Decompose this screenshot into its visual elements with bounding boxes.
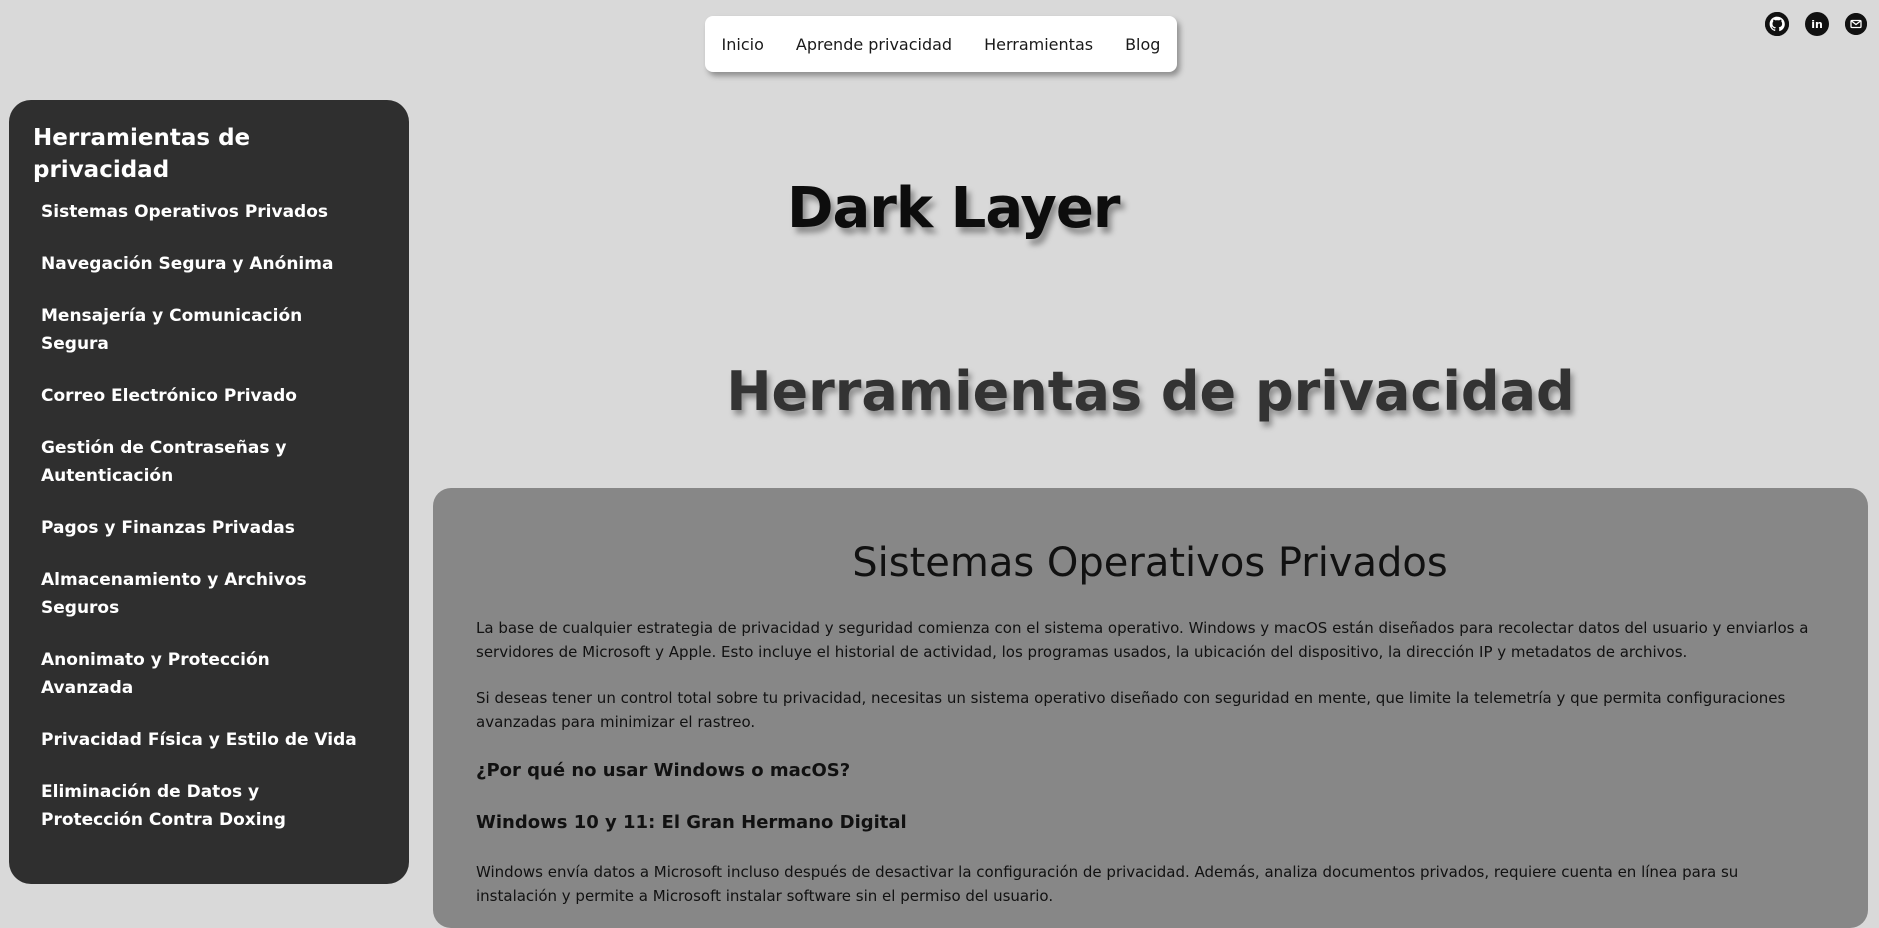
heading-windows: Windows 10 y 11: El Gran Hermano Digital <box>476 812 907 833</box>
github-icon[interactable] <box>1765 12 1789 36</box>
sidebar-item-sistemas-operativos[interactable]: Sistemas Operativos Privados <box>41 198 361 226</box>
heading-why-not: ¿Por qué no usar Windows o macOS? <box>476 760 851 781</box>
sidebar-list: Sistemas Operativos Privados Navegación … <box>33 198 385 834</box>
nav-link-aprende-privacidad[interactable]: Aprende privacidad <box>796 35 952 54</box>
page-heading: Herramientas de privacidad <box>726 360 1575 423</box>
sidebar-item-eliminacion-datos[interactable]: Eliminación de Datos y Protección Contra… <box>41 778 361 834</box>
sidebar-title: Herramientas de privacidad <box>33 125 251 183</box>
sidebar-item-contrasenas[interactable]: Gestión de Contraseñas y Autenticación <box>41 434 361 490</box>
top-navigation: Inicio Aprende privacidad Herramientas B… <box>705 16 1177 72</box>
sidebar: Herramientas de privacidad Sistemas Oper… <box>9 100 409 884</box>
email-icon[interactable] <box>1845 13 1867 35</box>
sidebar-item-navegacion[interactable]: Navegación Segura y Anónima <box>41 250 361 278</box>
sidebar-item-almacenamiento[interactable]: Almacenamiento y Archivos Seguros <box>41 566 361 622</box>
nav-link-inicio[interactable]: Inicio <box>722 35 764 54</box>
sidebar-item-privacidad-fisica[interactable]: Privacidad Física y Estilo de Vida <box>41 726 361 754</box>
sidebar-item-mensajeria[interactable]: Mensajería y Comunicación Segura <box>41 302 361 358</box>
sidebar-item-correo[interactable]: Correo Electrónico Privado <box>41 382 361 410</box>
sidebar-item-anonimato[interactable]: Anonimato y Protección Avanzada <box>41 646 361 702</box>
nav-link-blog[interactable]: Blog <box>1125 35 1160 54</box>
paragraph-windows: Windows envía datos a Microsoft incluso … <box>476 863 1739 905</box>
linkedin-icon-text: in <box>1811 17 1823 31</box>
social-links: in <box>1765 12 1867 36</box>
sidebar-item-pagos[interactable]: Pagos y Finanzas Privadas <box>41 514 361 542</box>
section-title: Sistemas Operativos Privados <box>852 540 1448 586</box>
paragraph-control: Si deseas tener un control total sobre t… <box>476 689 1786 731</box>
nav-link-herramientas[interactable]: Herramientas <box>984 35 1093 54</box>
linkedin-icon[interactable]: in <box>1805 12 1829 36</box>
content-card: Sistemas Operativos Privados La base de … <box>433 488 1868 928</box>
paragraph-intro: La base de cualquier estrategia de priva… <box>476 619 1809 661</box>
brand-title: Dark Layer <box>787 176 1120 241</box>
